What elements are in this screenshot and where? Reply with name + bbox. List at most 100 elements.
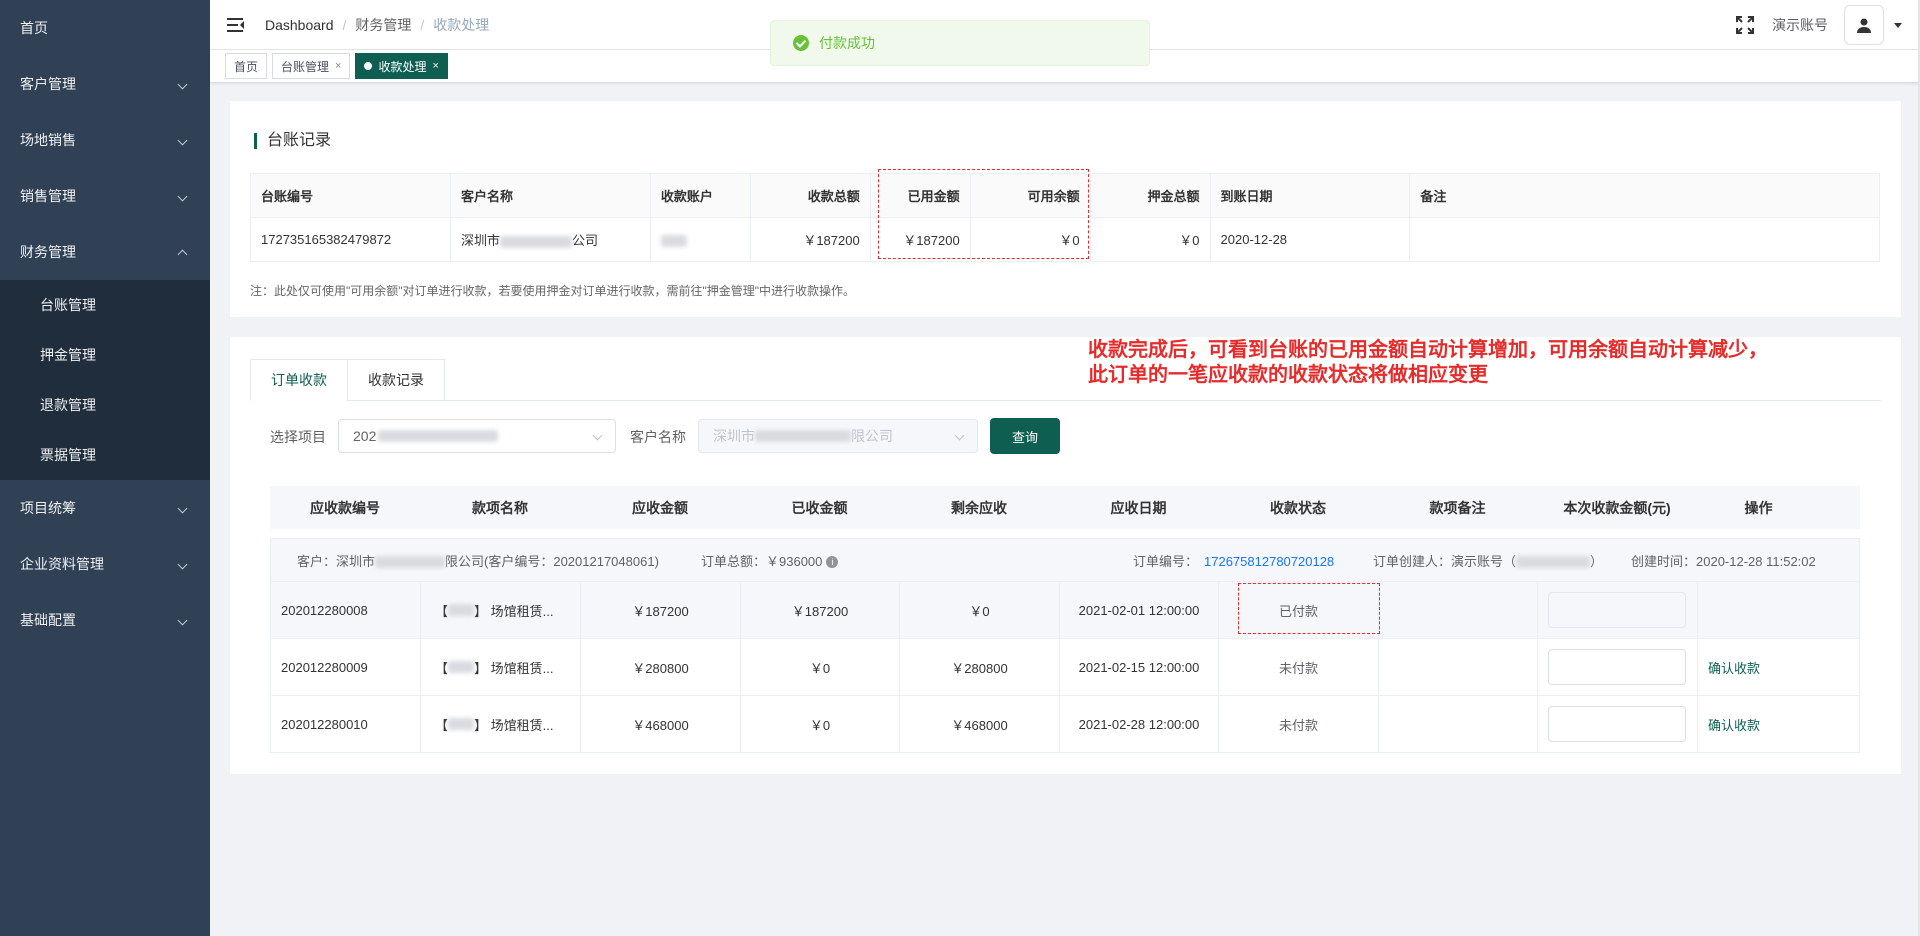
sidebar-item-projects[interactable]: 项目统筹 bbox=[0, 480, 210, 536]
tab-payment-records[interactable]: 收款记录 bbox=[347, 359, 445, 401]
sidebar-item-venue-sales[interactable]: 场地销售 bbox=[0, 112, 210, 168]
project-select[interactable]: 202 bbox=[338, 419, 616, 453]
tag-label: 台账管理 bbox=[281, 59, 330, 74]
item-name-prefix: 【 bbox=[435, 660, 449, 676]
toast-message: 付款成功 bbox=[819, 35, 875, 51]
cell-item-remark bbox=[1379, 582, 1538, 638]
customer-select-prefix: 深圳市 bbox=[713, 428, 755, 444]
cell-due-date: 2021-02-28 12:00:00 bbox=[1060, 696, 1219, 752]
sidebar-subitem-ledger[interactable]: 台账管理 bbox=[0, 280, 210, 330]
ledger-total: ￥187200 bbox=[749, 217, 871, 262]
table-row: 202012280010 【 】 场馆租赁... ￥468000 ￥0 ￥4680… bbox=[270, 696, 1860, 753]
confirm-payment-link[interactable]: 确认收款 bbox=[1708, 658, 1760, 677]
orders-table: 应收款编号 款项名称 应收金额 已收金额 剩余应收 应收日期 收款状态 款项备注… bbox=[270, 486, 1860, 753]
cell-item-name: 【 】 场馆租赁... bbox=[421, 582, 581, 638]
cell-receivable: ￥187200 bbox=[581, 582, 741, 638]
cell-remaining: ￥0 bbox=[900, 582, 1060, 638]
tab-order-payment[interactable]: 订单收款 bbox=[250, 359, 348, 401]
caret-down-icon[interactable] bbox=[1894, 22, 1902, 28]
col-due-date: 应收日期 bbox=[1110, 499, 1167, 516]
creator-suffix: ） bbox=[1590, 553, 1604, 569]
customer-prefix: 深圳市 bbox=[460, 233, 500, 248]
cell-receivable-no: 202012280009 bbox=[271, 639, 421, 695]
order-total-text: 订单总额：￥936000 bbox=[701, 553, 823, 569]
cell-amount bbox=[1538, 639, 1698, 695]
sidebar-item-config[interactable]: 基础配置 bbox=[0, 592, 210, 648]
tag-home[interactable]: 首页 bbox=[225, 53, 268, 79]
amount-input[interactable] bbox=[1548, 706, 1686, 742]
amount-input bbox=[1548, 592, 1686, 628]
cell-amount bbox=[1538, 582, 1698, 638]
annotation-line-1: 收款完成后，可看到台账的已用金额自动计算增加，可用余额自动计算减少， bbox=[1088, 337, 1768, 361]
group-customer-suffix: 限公司(客户编号：20201217048061) bbox=[445, 553, 659, 569]
cell-received: ￥0 bbox=[741, 696, 900, 752]
cell-status: 未付款 bbox=[1219, 696, 1379, 752]
ledger-date: 2020-12-28 bbox=[1209, 217, 1411, 262]
sidebar-item-customers[interactable]: 客户管理 bbox=[0, 56, 210, 112]
query-button[interactable]: 查询 bbox=[990, 418, 1060, 454]
success-check-icon bbox=[793, 35, 809, 51]
sidebar-subitem-label: 押金管理 bbox=[40, 347, 96, 363]
sidebar-item-finance[interactable]: 财务管理 bbox=[0, 224, 210, 280]
confirm-payment-link[interactable]: 确认收款 bbox=[1708, 715, 1760, 734]
sidebar-item-home[interactable]: 首页 bbox=[0, 0, 210, 56]
item-name-suffix: 】 场馆租赁... bbox=[474, 660, 554, 676]
breadcrumb-dashboard[interactable]: Dashboard bbox=[265, 17, 334, 33]
tag-ledger[interactable]: 台账管理 × bbox=[272, 53, 351, 79]
cell-remaining: ￥468000 bbox=[900, 696, 1060, 752]
fullscreen-icon[interactable] bbox=[1736, 16, 1754, 34]
col-item-name: 款项名称 bbox=[472, 499, 528, 516]
active-dot-icon bbox=[364, 62, 373, 70]
customer-suffix: 公司 bbox=[571, 233, 598, 248]
table-row: 202012280008 【】 场馆租赁... ￥187200 ￥187200 … bbox=[270, 582, 1860, 639]
sidebar-item-company[interactable]: 企业资料管理 bbox=[0, 536, 210, 592]
table-row: 202012280009 【 】 场馆租赁... ￥280800 ￥0 ￥2808… bbox=[270, 639, 1860, 696]
info-icon[interactable]: i bbox=[826, 556, 839, 569]
amount-input[interactable] bbox=[1548, 649, 1686, 685]
order-card: 订单收款 收款记录 选择项目 202 客户名称 深圳市 限公司 查询 应收款编号 … bbox=[230, 337, 1901, 774]
col-remark: 备注 bbox=[1409, 173, 1880, 218]
redacted-text bbox=[448, 718, 475, 730]
header-right: 演示账号 bbox=[1736, 0, 1902, 50]
chevron-down-icon bbox=[177, 191, 188, 201]
redacted-text bbox=[660, 234, 687, 247]
group-order-no: 订单编号： 172675812780720128 bbox=[1133, 551, 1334, 570]
ledger-card-title: 台账记录 bbox=[254, 133, 331, 149]
breadcrumb-separator: / bbox=[420, 16, 425, 33]
close-icon[interactable]: × bbox=[432, 60, 438, 72]
chevron-down-icon bbox=[177, 135, 188, 145]
cell-actions bbox=[1698, 582, 1821, 638]
cell-item-remark bbox=[1379, 639, 1538, 695]
close-icon[interactable]: × bbox=[335, 60, 341, 72]
user-icon bbox=[1857, 18, 1871, 33]
account-name[interactable]: 演示账号 bbox=[1772, 15, 1828, 35]
cell-receivable: ￥280800 bbox=[581, 639, 741, 695]
col-remaining: 剩余应收 bbox=[951, 499, 1007, 516]
annotation-line-2: 此订单的一笔应收款的收款状态将做相应变更 bbox=[1088, 362, 1488, 386]
col-status: 收款状态 bbox=[1270, 499, 1326, 516]
col-actions: 操作 bbox=[1744, 499, 1773, 516]
hamburger-icon[interactable] bbox=[227, 17, 245, 33]
customer-select[interactable]: 深圳市 限公司 bbox=[698, 419, 978, 453]
group-creator: 订单创建人：演示账号（ ） bbox=[1373, 551, 1603, 570]
col-deposit: 押金总额 bbox=[1089, 173, 1211, 218]
sidebar-item-sales[interactable]: 销售管理 bbox=[0, 168, 210, 224]
cell-actions: 确认收款 bbox=[1698, 696, 1821, 752]
group-customer-prefix: 客户：深圳市 bbox=[297, 553, 376, 569]
chevron-down-icon bbox=[177, 615, 188, 625]
tag-payment-processing[interactable]: 收款处理 × bbox=[355, 53, 448, 79]
sidebar-subitem-deposit[interactable]: 押金管理 bbox=[0, 330, 210, 380]
breadcrumb-separator: / bbox=[342, 16, 347, 33]
sidebar-subitem-refund[interactable]: 退款管理 bbox=[0, 380, 210, 430]
redacted-text bbox=[1516, 556, 1591, 569]
avatar[interactable] bbox=[1844, 5, 1884, 45]
orders-header-row: 应收款编号 款项名称 应收金额 已收金额 剩余应收 应收日期 收款状态 款项备注… bbox=[270, 486, 1860, 529]
cell-item-remark bbox=[1379, 696, 1538, 752]
redacted-text bbox=[375, 556, 446, 569]
order-no-link[interactable]: 172675812780720128 bbox=[1204, 554, 1334, 569]
col-ledger-no: 台账编号 bbox=[250, 173, 451, 218]
breadcrumb: Dashboard / 财务管理 / 收款处理 bbox=[265, 15, 489, 35]
chevron-up-icon bbox=[177, 249, 188, 259]
sidebar-subitem-invoice[interactable]: 票据管理 bbox=[0, 430, 210, 480]
group-created-time: 创建时间：2020-12-28 11:52:02 bbox=[1631, 553, 1816, 569]
